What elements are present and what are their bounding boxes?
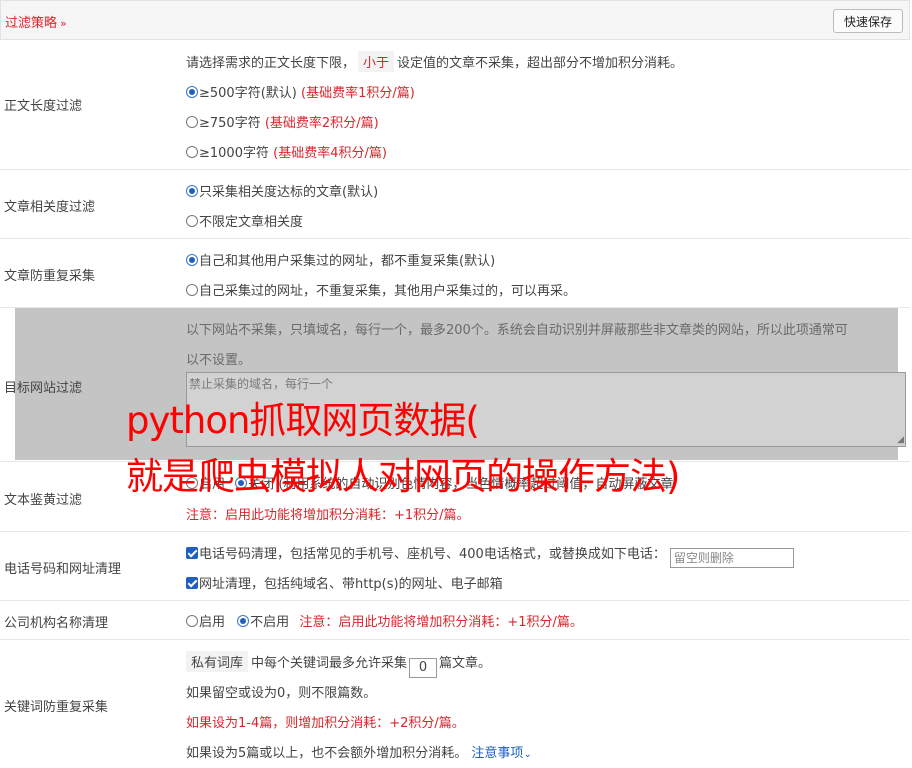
radio-button[interactable] [186,254,198,266]
company-name-row: 公司机构名称清理 启用 不启用 注意：启用此功能将增加积分消耗：+1积分/篇。 [0,601,910,640]
length-filter-desc: 请选择需求的正文长度下限， 小于 设定值的文章不采集，超出部分不增加积分消耗。 [186,51,683,72]
site-filter-desc-2: 以不设置。 [186,353,252,368]
porn-filter-note: 注意：启用此功能将增加积分消耗：+1积分/篇。 [186,508,470,523]
overlay-title-line2: 就是爬虫模拟人对网页的操作方法) [126,455,680,498]
row-label: 正文长度过滤 [4,99,83,114]
private-lexicon-tag: 私有词库 [186,651,249,672]
keyword-dedupe-row: 关键词防重复采集 私有词库 中每个关键词最多允许采集 0 篇文章。 如果留空或设为0，… [0,640,910,768]
keyword-hint-3: 如果设为5篇或以上，也不会额外增加积分消耗。 注意事项⌄ [186,746,532,761]
row-label: 关键词防重复采集 [4,700,109,715]
url-clean-option[interactable]: 网址清理，包括纯域名、带http(s)的网址、电子邮箱 [186,573,503,592]
relevance-option-qualified[interactable]: 只采集相关度达标的文章(默认) [186,181,378,200]
keyword-hint-1: 如果留空或设为0，则不限篇数。 [186,686,377,701]
row-label: 文章防重复采集 [4,269,96,284]
dedupe-option-all-users[interactable]: 自己和其他用户采集过的网址，都不重复采集(默认) [186,250,495,269]
filter-header: 过滤策略» 快速保存 [0,0,910,40]
length-filter-row: 正文长度过滤 请选择需求的正文长度下限， 小于 设定值的文章不采集，超出部分不增加积… [0,40,910,170]
company-options: 启用 不启用 注意：启用此功能将增加积分消耗：+1积分/篇。 [186,611,583,630]
length-option-500[interactable]: ≥500字符(默认) (基础费率1积分/篇) [186,82,415,101]
radio-button[interactable] [186,146,198,158]
length-option-750[interactable]: ≥750字符 (基础费率2积分/篇) [186,112,379,131]
keyword-limit-line: 私有词库 中每个关键词最多允许采集 0 篇文章。 [183,651,491,678]
chevron-down-icon: ⌄ [523,749,532,760]
resize-grip-icon[interactable]: ◢ [897,435,904,445]
checkbox[interactable] [186,577,198,589]
company-option-on[interactable]: 启用 [186,615,225,630]
dedupe-option-self-only[interactable]: 自己采集过的网址，不重复采集，其他用户采集过的，可以再采。 [186,280,576,299]
company-option-off[interactable]: 不启用 [237,615,289,630]
radio-button[interactable] [186,86,198,98]
radio-button[interactable] [186,185,198,197]
quick-save-button[interactable]: 快速保存 [833,9,903,33]
row-label: 目标网站过滤 [4,381,83,396]
radio-button[interactable] [186,284,198,296]
phone-clean-option[interactable]: 电话号码清理，包括常见的手机号、座机号、400电话格式，或替换成如下电话： 留空则… [186,543,794,568]
radio-button[interactable] [186,615,198,627]
site-filter-desc-1: 以下网站不采集，只填域名，每行一个，最多200个。系统会自动识别并屏蔽那些非文章… [186,323,848,338]
dedupe-row: 文章防重复采集 自己和其他用户采集过的网址，都不重复采集(默认) 自己采集过的网… [0,239,910,308]
filter-strategy-toggle[interactable]: 过滤策略» [5,12,67,31]
notice-link[interactable]: 注意事项⌄ [471,746,531,761]
row-label: 文章相关度过滤 [4,200,96,215]
relevance-filter-row: 文章相关度过滤 只采集相关度达标的文章(默认) 不限定文章相关度 [0,170,910,239]
row-label: 电话号码和网址清理 [4,562,122,577]
row-label: 公司机构名称清理 [4,616,109,631]
relevance-option-any[interactable]: 不限定文章相关度 [186,211,303,230]
radio-button[interactable] [186,215,198,227]
phone-url-row: 电话号码和网址清理 电话号码清理，包括常见的手机号、座机号、400电话格式，或替… [0,532,910,601]
company-note: 注意：启用此功能将增加积分消耗：+1积分/篇。 [299,615,583,630]
keyword-hint-2: 如果设为1-4篇，则增加积分消耗：+2积分/篇。 [186,716,465,731]
checkbox[interactable] [186,547,198,559]
max-articles-input[interactable]: 0 [409,658,438,678]
row-label: 文本鉴黄过滤 [4,493,83,508]
length-option-1000[interactable]: ≥1000字符 (基础费率4积分/篇) [186,142,387,161]
replacement-phone-input[interactable]: 留空则删除 [669,548,794,568]
radio-button[interactable] [186,116,198,128]
less-than-tag: 小于 [358,51,395,72]
double-chevron-down-icon: » [60,17,67,30]
overlay-title-line1: python抓取网页数据( [126,399,480,442]
radio-button[interactable] [237,615,250,627]
